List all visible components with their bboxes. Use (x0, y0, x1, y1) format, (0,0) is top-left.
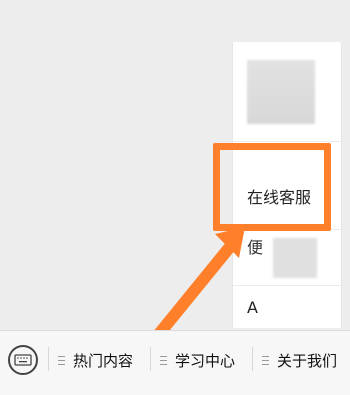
menu-item-label: 学习中心 (175, 351, 236, 370)
menu-lines-icon (160, 355, 167, 365)
bottom-menu-bar: 热门内容 学习中心 关于我们 (0, 330, 350, 395)
submenu-popup: 在线客服 便 A (232, 42, 343, 328)
menu-divider (150, 347, 151, 371)
menu-item-label: 关于我们 (277, 351, 338, 370)
keyboard-icon[interactable] (8, 345, 38, 375)
submenu-item-label-partial: 便 (247, 238, 264, 257)
blurred-content (273, 238, 317, 278)
menu-item-learning-center[interactable]: 学习中心 (160, 347, 235, 373)
menu-item-about-us[interactable]: 关于我们 (262, 347, 337, 373)
submenu-item-bottom[interactable]: A (233, 286, 343, 328)
menu-lines-icon (58, 355, 65, 365)
submenu-item-label: A (247, 298, 258, 317)
submenu-item-partial[interactable]: 便 (233, 230, 343, 286)
submenu-item-label: 在线客服 (247, 188, 312, 207)
menu-lines-icon (262, 355, 269, 365)
wechat-menu-screen: 在线客服 便 A 热门内容 学习中心 关于我们 (0, 0, 350, 395)
menu-item-hot-content[interactable]: 热门内容 (58, 347, 133, 373)
menu-item-label: 热门内容 (73, 351, 134, 370)
submenu-item-online-service[interactable]: 在线客服 (233, 142, 343, 230)
blurred-content (247, 60, 315, 124)
submenu-item-blurred[interactable] (233, 42, 343, 142)
menu-divider (252, 347, 253, 371)
keyboard-icon (14, 354, 32, 366)
menu-divider (48, 347, 49, 371)
